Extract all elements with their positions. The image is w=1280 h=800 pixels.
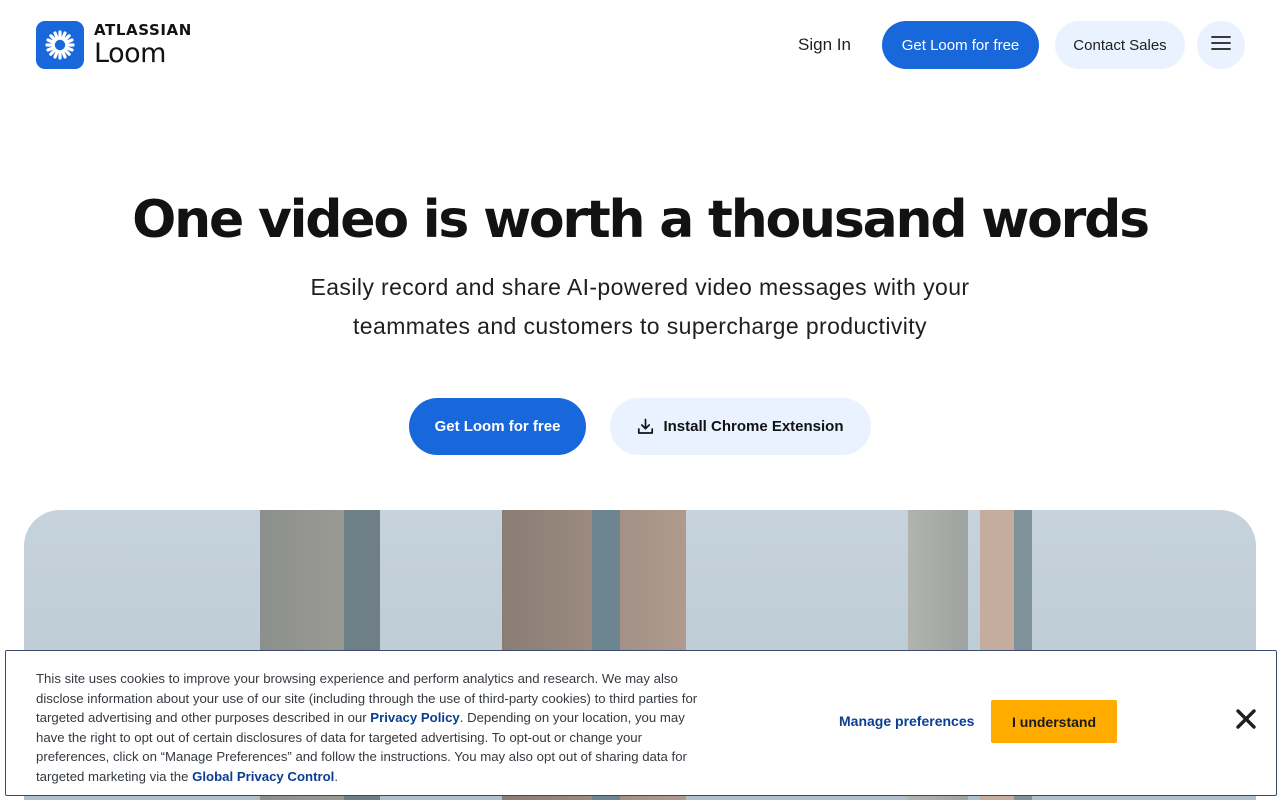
menu-button[interactable] <box>1197 21 1245 69</box>
cookie-consent-text: This site uses cookies to improve your b… <box>36 669 716 786</box>
logo-wordmark: ATLASSIAN Loom <box>94 21 192 69</box>
install-chrome-extension-label: Install Chrome Extension <box>663 418 844 435</box>
hero-subtitle: Easily record and share AI-powered video… <box>310 274 970 339</box>
i-understand-button[interactable]: I understand <box>991 700 1117 743</box>
cookie-consent-banner: This site uses cookies to improve your b… <box>5 650 1277 796</box>
close-icon <box>1235 708 1257 735</box>
sign-in-link[interactable]: Sign In <box>782 22 867 68</box>
site-header: ATLASSIAN Loom Sign In Get Loom for free… <box>0 0 1280 90</box>
privacy-policy-link[interactable]: Privacy Policy <box>370 710 459 725</box>
header-get-loom-button[interactable]: Get Loom for free <box>882 21 1039 69</box>
download-icon <box>637 418 654 435</box>
global-privacy-control-link[interactable]: Global Privacy Control <box>192 769 334 784</box>
logo-brand-text: ATLASSIAN <box>94 21 192 39</box>
logo-product-text: Loom <box>94 38 166 69</box>
cookie-close-button[interactable] <box>1232 707 1260 735</box>
hero-title: One video is worth a thousand words <box>132 190 1150 250</box>
manage-preferences-button[interactable]: Manage preferences <box>839 709 975 733</box>
loom-logo-icon <box>36 21 84 69</box>
install-chrome-extension-button[interactable]: Install Chrome Extension <box>610 398 871 455</box>
atlassian-loom-logo[interactable]: ATLASSIAN Loom <box>36 21 192 69</box>
hamburger-menu-icon <box>1211 35 1231 55</box>
contact-sales-button[interactable]: Contact Sales <box>1055 21 1185 69</box>
hero-get-loom-button[interactable]: Get Loom for free <box>409 398 586 455</box>
cookie-text-part3: . <box>334 768 338 784</box>
